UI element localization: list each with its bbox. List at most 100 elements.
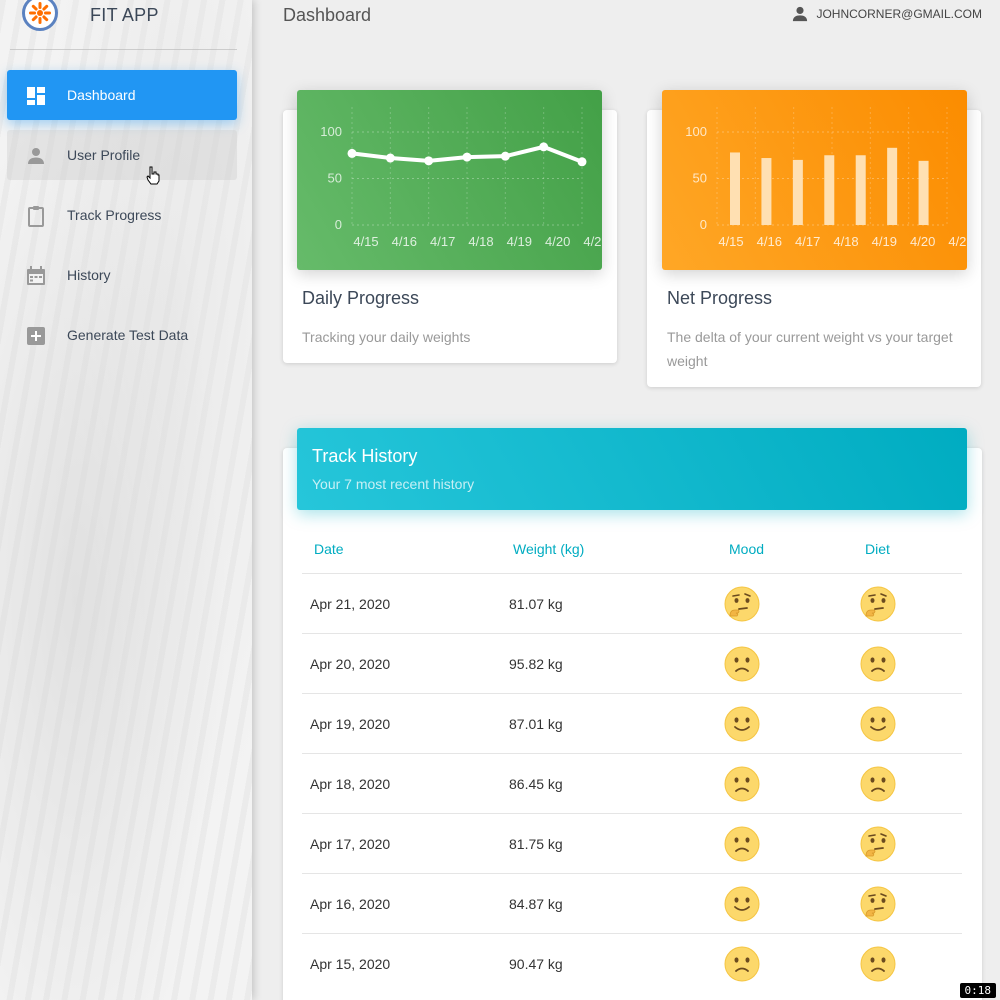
bar (824, 155, 835, 225)
user-email: JOHNCORNER@GMAIL.COM (816, 7, 982, 21)
cell-weight: 81.07 kg (509, 596, 563, 612)
table-row: Apr 21, 2020 81.07 kg (302, 573, 962, 633)
net-progress-title: Net Progress (667, 288, 773, 308)
data-point (539, 142, 549, 152)
sad-face-icon (724, 646, 760, 682)
x-tick-label: 4/15 (718, 234, 743, 249)
sidebar-item-label: Generate Test Data (67, 327, 189, 343)
sidebar: FIT APP Dashboard User Profile Track Pro… (0, 0, 252, 1000)
table-row: Apr 17, 2020 81.75 kg (302, 813, 962, 873)
person-icon (25, 145, 47, 167)
sad-face-icon (724, 826, 760, 862)
sidebar-item-label: Dashboard (67, 87, 136, 103)
track-history-header: Track History Your 7 most recent history (297, 428, 967, 510)
x-tick-label: 4/21 (583, 234, 602, 249)
x-tick-label: 4/18 (833, 234, 858, 249)
y-tick-label: 0 (335, 217, 342, 232)
x-tick-label: 4/15 (353, 234, 378, 249)
page-title: Dashboard (283, 5, 372, 25)
thinking-face-icon (860, 586, 896, 622)
track-history-title: Track History (312, 446, 418, 466)
table-row: Apr 20, 2020 95.82 kg (302, 633, 962, 693)
x-tick-label: 4/18 (468, 234, 493, 249)
cell-weight: 84.87 kg (509, 896, 563, 912)
cell-date: Apr 19, 2020 (310, 716, 391, 732)
data-point (385, 153, 395, 163)
table-row: Apr 19, 2020 87.01 kg (302, 693, 962, 753)
app-name: FIT APP (90, 5, 159, 25)
app-logo (22, 0, 58, 31)
x-tick-label: 4/21 (948, 234, 967, 249)
bar (855, 155, 866, 225)
user-account[interactable]: JOHNCORNER@GMAIL.COM (792, 6, 982, 22)
clipboard-icon (25, 205, 47, 227)
cell-date: Apr 18, 2020 (310, 776, 391, 792)
cell-date: Apr 21, 2020 (310, 596, 391, 612)
cell-date: Apr 15, 2020 (310, 956, 391, 972)
thinking-face-icon (860, 826, 896, 862)
cell-weight: 81.75 kg (509, 836, 563, 852)
table-row: Apr 16, 2020 84.87 kg (302, 873, 962, 933)
bar (887, 147, 898, 225)
column-header-diet[interactable]: Diet (865, 541, 890, 557)
sidebar-item-generate-test-data[interactable]: Generate Test Data (7, 310, 237, 360)
x-tick-label: 4/20 (910, 234, 935, 249)
x-tick-label: 4/17 (795, 234, 820, 249)
column-header-weight[interactable]: Weight (kg) (513, 541, 584, 557)
y-tick-label: 100 (320, 124, 342, 139)
bar (792, 159, 803, 225)
smile-face-icon (724, 706, 760, 742)
data-point (577, 157, 587, 167)
x-tick-label: 4/19 (507, 234, 532, 249)
x-tick-label: 4/17 (430, 234, 455, 249)
column-header-date[interactable]: Date (314, 541, 344, 557)
sidebar-item-track-progress[interactable]: Track Progress (7, 190, 237, 240)
sidebar-item-dashboard[interactable]: Dashboard (7, 70, 237, 120)
sidebar-item-history[interactable]: History (7, 250, 237, 300)
table-row: Apr 15, 2020 90.47 kg (302, 933, 962, 993)
data-point (462, 152, 472, 162)
net-progress-chart: 100 50 0 4/15 4/16 4/17 4/18 4/19 4/20 4/21 (662, 90, 974, 270)
sad-face-icon (724, 946, 760, 982)
brand: FIT APP (0, 0, 252, 50)
daily-progress-chart: 100 50 0 4/15 4/16 4/17 4/18 4/19 4/20 4/21 (297, 90, 609, 270)
daily-progress-subtitle: Tracking your daily weights (302, 329, 471, 345)
cell-weight: 90.47 kg (509, 956, 563, 972)
x-tick-label: 4/16 (757, 234, 782, 249)
recording-timer: 0:18 (959, 983, 996, 998)
y-tick-label: 0 (700, 217, 707, 232)
thinking-face-icon (860, 886, 896, 922)
smile-face-icon (860, 706, 896, 742)
data-point (500, 151, 510, 161)
sad-face-icon (724, 766, 760, 802)
y-tick-label: 50 (693, 171, 707, 186)
data-point (347, 148, 357, 158)
x-tick-label: 4/20 (545, 234, 570, 249)
cell-weight: 87.01 kg (509, 716, 563, 732)
y-tick-label: 100 (685, 124, 707, 139)
sad-face-icon (860, 646, 896, 682)
smile-face-icon (724, 886, 760, 922)
dashboard-icon (25, 85, 47, 107)
sad-face-icon (860, 766, 896, 802)
sidebar-item-label: History (67, 267, 111, 283)
sad-face-icon (860, 946, 896, 982)
column-header-mood[interactable]: Mood (729, 541, 764, 557)
sidebar-item-label: Track Progress (67, 207, 162, 223)
sidebar-item-user-profile[interactable]: User Profile (7, 130, 237, 180)
x-tick-label: 4/16 (392, 234, 417, 249)
track-history-subtitle: Your 7 most recent history (312, 476, 475, 492)
bar (730, 152, 740, 225)
bar (918, 160, 929, 225)
daily-progress-title: Daily Progress (302, 288, 420, 308)
bar (761, 158, 772, 225)
cell-weight: 95.82 kg (509, 656, 563, 672)
cell-date: Apr 20, 2020 (310, 656, 391, 672)
add-box-icon (25, 325, 47, 347)
x-tick-label: 4/19 (872, 234, 897, 249)
cell-date: Apr 17, 2020 (310, 836, 391, 852)
line-chart: 100 50 0 4/15 4/16 4/17 4/18 4/19 4/20 4/21 (320, 107, 609, 249)
mouse-pointer-icon (146, 166, 160, 185)
sidebar-item-label: User Profile (67, 147, 141, 163)
cell-weight: 86.45 kg (509, 776, 563, 792)
